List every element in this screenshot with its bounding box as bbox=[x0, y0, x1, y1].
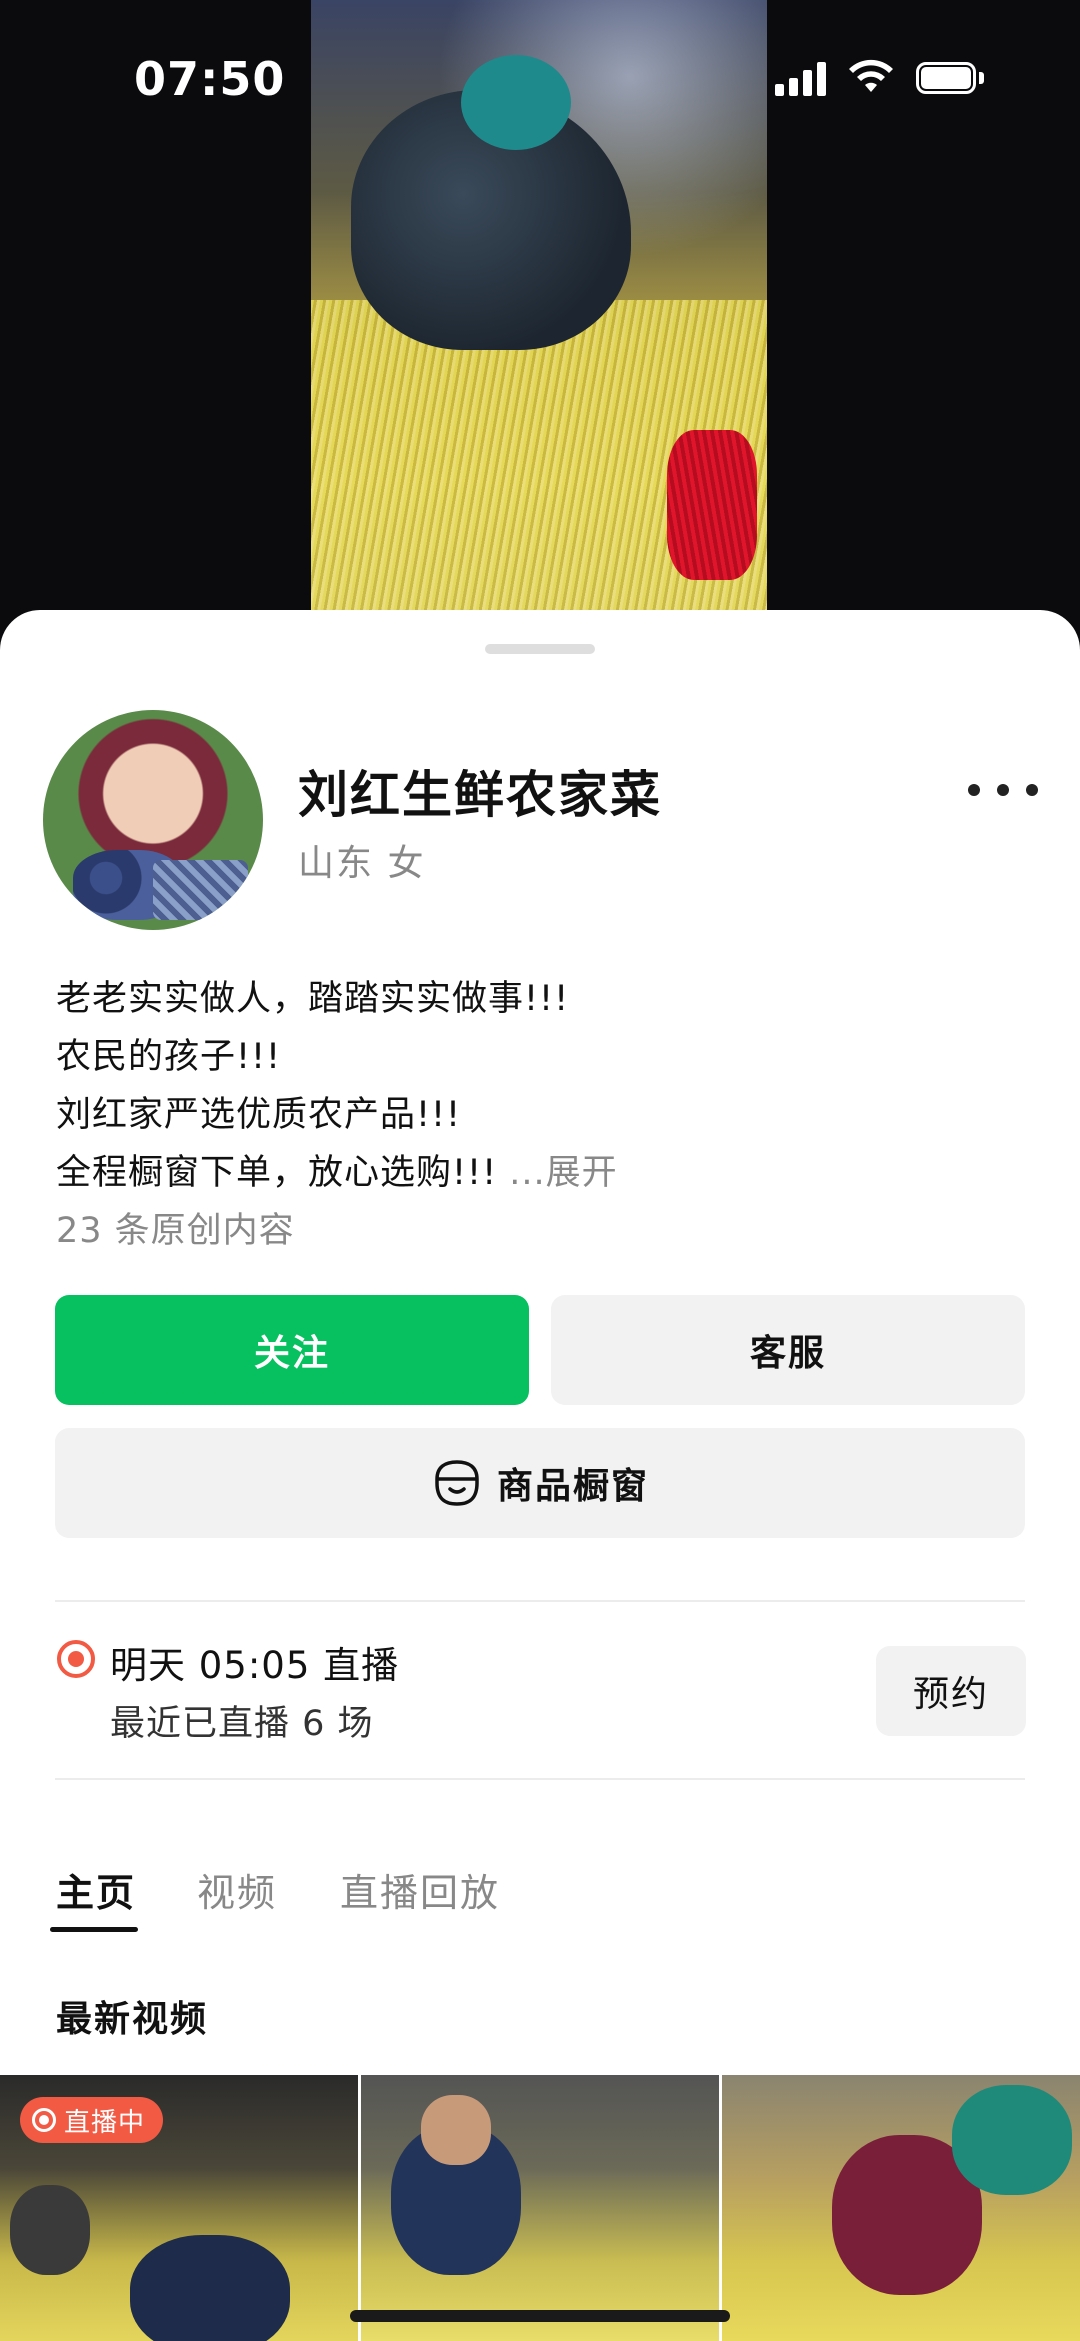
more-dot-icon bbox=[1026, 784, 1038, 796]
bio-line: 农民的孩子!!! bbox=[56, 1037, 282, 1077]
profile-name: 刘红生鲜农家菜 bbox=[298, 766, 662, 824]
video-thumbnail[interactable]: 直播中 bbox=[0, 2075, 358, 2341]
bio-line: 全程橱窗下单，放心选购!!! bbox=[56, 1153, 498, 1193]
bio-line-with-expand: 全程橱窗下单，放心选购!!! ...展开 bbox=[56, 1144, 1036, 1202]
video-thumbnail[interactable] bbox=[361, 2075, 719, 2341]
bio-line: 老老实实做人，踏踏实实做事!!! bbox=[56, 979, 570, 1019]
reserve-live-button[interactable]: 预约 bbox=[876, 1646, 1026, 1736]
profile-bio: 老老实实做人，踏踏实实做事!!! 农民的孩子!!! 刘红家严选优质农产品!!! … bbox=[56, 970, 1036, 1202]
live-now-label: 直播中 bbox=[64, 2107, 146, 2138]
thumbnail-face bbox=[421, 2095, 491, 2165]
wifi-icon bbox=[849, 59, 893, 92]
video-thumbnail[interactable] bbox=[722, 2075, 1080, 2341]
live-history-count: 最近已直播 6 场 bbox=[110, 1704, 374, 1744]
thumbnail-figure bbox=[952, 2085, 1072, 2195]
sheet-grabber-handle[interactable] bbox=[485, 644, 595, 654]
follow-button[interactable]: 关注 bbox=[55, 1295, 529, 1405]
video-grid: 直播中 bbox=[0, 2075, 1080, 2341]
bio-line: 刘红家严选优质农产品!!! bbox=[56, 1095, 462, 1135]
divider bbox=[55, 1778, 1025, 1780]
customer-service-button[interactable]: 客服 bbox=[551, 1295, 1025, 1405]
follow-label: 关注 bbox=[253, 1333, 330, 1374]
reserve-label: 预约 bbox=[912, 1674, 989, 1715]
more-dot-icon bbox=[968, 784, 980, 796]
tab-home[interactable]: 主页 bbox=[56, 1862, 136, 1917]
thumbnail-figure bbox=[10, 2185, 90, 2275]
shop-window-icon bbox=[435, 1460, 479, 1506]
thumbnail-figure bbox=[130, 2235, 290, 2341]
service-label: 客服 bbox=[749, 1333, 826, 1374]
latest-videos-heading: 最新视频 bbox=[56, 1999, 209, 2040]
red-bundle-decoration bbox=[667, 430, 757, 580]
shop-window-button[interactable]: 商品橱窗 bbox=[55, 1428, 1025, 1538]
more-options-button[interactable] bbox=[968, 770, 1038, 810]
live-record-icon bbox=[32, 2108, 56, 2132]
live-schedule-title: 明天 05:05 直播 bbox=[110, 1644, 400, 1687]
battery-icon bbox=[916, 62, 986, 96]
basket-decoration bbox=[153, 860, 248, 920]
active-tab-indicator bbox=[50, 1927, 138, 1932]
shop-window-label: 商品橱窗 bbox=[496, 1466, 649, 1507]
cellular-signal-icon bbox=[775, 62, 827, 96]
live-now-badge: 直播中 bbox=[20, 2097, 164, 2143]
avatar[interactable] bbox=[43, 710, 263, 930]
tab-videos[interactable]: 视频 bbox=[197, 1862, 277, 1917]
live-record-icon bbox=[57, 1640, 95, 1678]
more-dot-icon bbox=[997, 784, 1009, 796]
original-content-count[interactable]: 23 条原创内容 bbox=[56, 1202, 295, 1253]
status-time: 07:50 bbox=[134, 52, 286, 106]
profile-sheet: 刘红生鲜农家菜 山东 女 老老实实做人，踏踏实实做事!!! 农民的孩子!!! 刘… bbox=[0, 610, 1080, 2341]
profile-location-gender: 山东 女 bbox=[298, 843, 426, 884]
expand-link[interactable]: ...展开 bbox=[509, 1153, 617, 1193]
home-indicator[interactable] bbox=[350, 2310, 730, 2322]
divider bbox=[55, 1600, 1025, 1602]
tab-live-replay[interactable]: 直播回放 bbox=[340, 1862, 500, 1917]
status-bar: 07:50 bbox=[0, 0, 1080, 160]
